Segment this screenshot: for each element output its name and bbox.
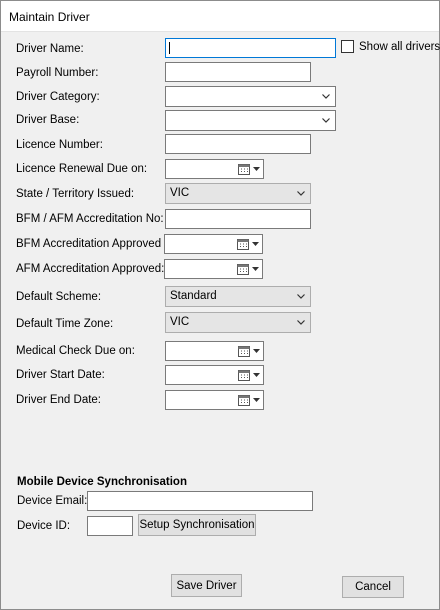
medical-check-label: Medical Check Due on:	[16, 345, 135, 357]
bfm-accreditation-approved-datepicker[interactable]	[164, 234, 263, 254]
medical-check-datepicker[interactable]	[165, 341, 264, 361]
bfm-accreditation-approved-label: BFM Accreditation Approved :	[16, 238, 168, 250]
chevron-down-icon	[322, 94, 330, 99]
cancel-button[interactable]: Cancel	[342, 576, 404, 598]
driver-end-date-label: Driver End Date:	[16, 394, 102, 406]
device-id-input[interactable]	[87, 516, 133, 536]
chevron-down-icon	[252, 267, 259, 271]
state-territory-select[interactable]: VIC	[165, 183, 311, 204]
window-title: Maintain Driver	[9, 10, 90, 24]
text-cursor	[169, 42, 170, 54]
state-territory-value: VIC	[170, 187, 190, 199]
driver-name-input[interactable]	[165, 38, 336, 58]
chevron-down-icon	[252, 242, 259, 246]
calendar-icon[interactable]	[238, 345, 250, 357]
licence-number-label: Licence Number:	[16, 139, 103, 151]
show-all-drivers-label: Show all drivers	[359, 41, 440, 53]
default-scheme-label: Default Scheme:	[16, 291, 102, 303]
driver-end-date-datepicker[interactable]	[165, 390, 264, 410]
chevron-down-icon	[297, 294, 305, 299]
chevron-down-icon	[253, 167, 260, 171]
afm-accreditation-approved-datepicker[interactable]	[164, 259, 263, 279]
driver-category-label: Driver Category:	[16, 91, 100, 103]
driver-name-label: Driver Name:	[16, 43, 84, 55]
bfm-afm-accreditation-no-input[interactable]	[165, 209, 311, 229]
default-time-zone-label: Default Time Zone:	[16, 318, 114, 330]
licence-renewal-datepicker[interactable]	[165, 159, 264, 179]
device-email-label: Device Email:	[17, 495, 88, 507]
driver-base-select[interactable]	[165, 110, 336, 131]
bfm-afm-accreditation-no-label: BFM / AFM Accreditation No:	[16, 213, 164, 225]
licence-number-input[interactable]	[165, 134, 311, 154]
show-all-drivers-checkbox[interactable]	[341, 40, 354, 53]
device-id-label: Device ID:	[17, 520, 71, 532]
state-territory-label: State / Territory Issued:	[16, 188, 135, 200]
driver-category-select[interactable]	[165, 86, 336, 107]
chevron-down-icon	[322, 118, 330, 123]
chevron-down-icon	[253, 398, 260, 402]
default-time-zone-select[interactable]: VIC	[165, 312, 311, 333]
chevron-down-icon	[253, 349, 260, 353]
mobile-sync-heading: Mobile Device Synchronisation	[17, 476, 187, 488]
chevron-down-icon	[297, 320, 305, 325]
driver-start-date-label: Driver Start Date:	[16, 369, 105, 381]
licence-renewal-label: Licence Renewal Due on:	[16, 163, 148, 175]
payroll-number-label: Payroll Number:	[16, 67, 99, 79]
driver-start-date-datepicker[interactable]	[165, 365, 264, 385]
chevron-down-icon	[253, 373, 260, 377]
calendar-icon[interactable]	[237, 238, 249, 250]
calendar-icon[interactable]	[237, 263, 249, 275]
calendar-icon[interactable]	[238, 369, 250, 381]
device-email-input[interactable]	[87, 491, 313, 511]
maintain-driver-dialog: Maintain Driver Driver Name: Show all dr…	[0, 0, 440, 610]
driver-base-label: Driver Base:	[16, 114, 80, 126]
default-time-zone-value: VIC	[170, 316, 190, 328]
payroll-number-input[interactable]	[165, 62, 311, 82]
setup-synchronisation-button[interactable]: Setup Synchronisation	[138, 514, 256, 536]
calendar-icon[interactable]	[238, 163, 250, 175]
afm-accreditation-approved-label: AFM Accreditation Approved:	[16, 263, 165, 275]
chevron-down-icon	[297, 191, 305, 196]
default-scheme-select[interactable]: Standard	[165, 286, 311, 307]
title-bar: Maintain Driver	[1, 1, 439, 32]
default-scheme-value: Standard	[170, 290, 217, 302]
save-driver-button[interactable]: Save Driver	[171, 574, 242, 597]
calendar-icon[interactable]	[238, 394, 250, 406]
